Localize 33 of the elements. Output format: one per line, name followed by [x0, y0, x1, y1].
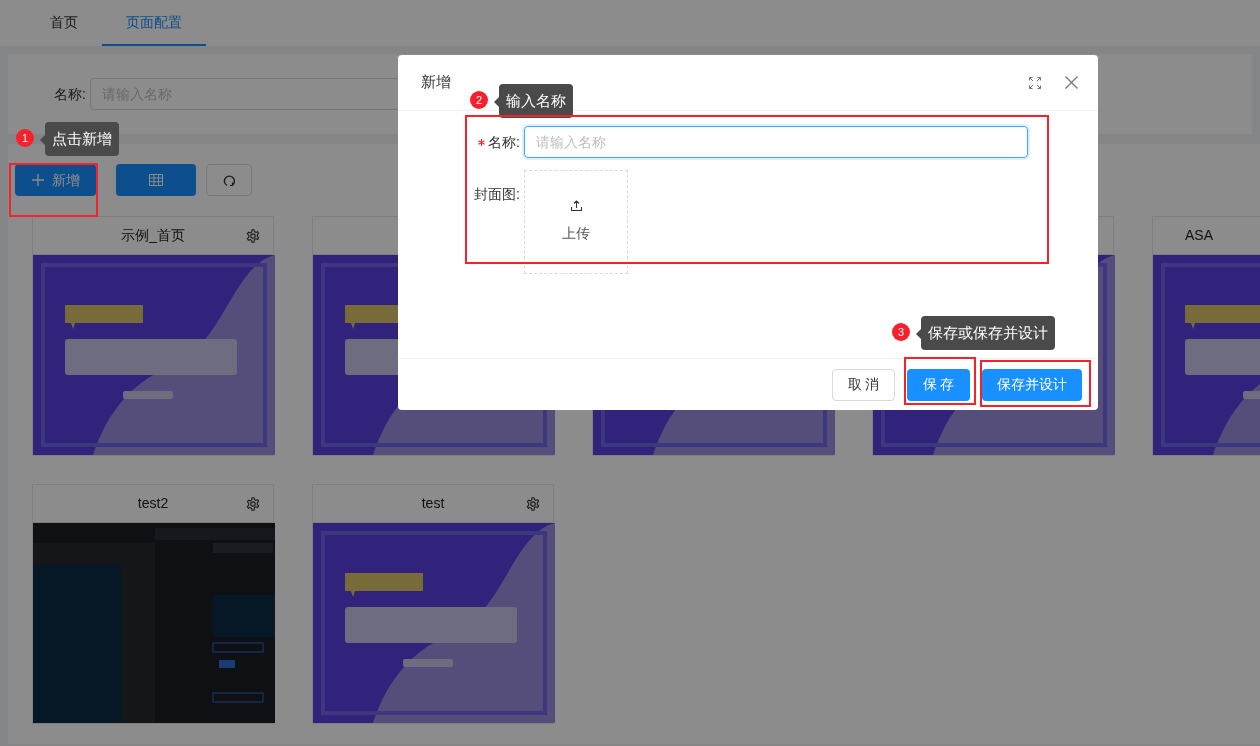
- primary-button[interactable]: 保 存: [907, 368, 970, 401]
- highlight-frame: [904, 357, 976, 405]
- guide-tooltip: 保存或保存并设计: [921, 316, 1055, 350]
- tab[interactable]: 首页: [26, 0, 102, 46]
- primary-button[interactable]: 保存并设计: [982, 368, 1082, 401]
- card-title: test: [421, 494, 445, 513]
- cancel-button[interactable]: 取 消: [832, 368, 895, 401]
- table-view-button[interactable]: [116, 164, 196, 196]
- guide-tooltip: 输入名称: [499, 84, 573, 118]
- page-card[interactable]: ASA: [1152, 216, 1260, 456]
- page-card[interactable]: test2: [32, 484, 274, 724]
- upload-area[interactable]: 上传: [524, 170, 628, 274]
- dialog-title: 新增: [421, 72, 452, 93]
- plus-icon: [31, 174, 44, 186]
- fullscreen-icon[interactable]: [1029, 76, 1041, 89]
- page-card[interactable]: test: [312, 484, 554, 724]
- card-title: test2: [137, 494, 169, 513]
- name-field[interactable]: 请输入名称: [524, 126, 1028, 158]
- close-icon[interactable]: [1065, 76, 1078, 89]
- upload-icon: [570, 200, 582, 211]
- refresh-icon: [222, 173, 236, 187]
- settings-icon[interactable]: [526, 497, 540, 511]
- field-label: 名称:: [54, 84, 86, 104]
- card-title: ASA: [1185, 226, 1213, 245]
- settings-icon[interactable]: [246, 497, 260, 511]
- guide-tooltip: 点击新增: [45, 122, 119, 156]
- card-title: 示例_首页: [121, 226, 185, 245]
- field-label: 封面图:: [474, 184, 520, 204]
- settings-icon[interactable]: [246, 229, 260, 243]
- page-card[interactable]: 示例_首页: [32, 216, 274, 456]
- field-label: 名称:: [488, 132, 520, 152]
- refresh-button[interactable]: [206, 164, 252, 196]
- table-icon: [149, 174, 163, 186]
